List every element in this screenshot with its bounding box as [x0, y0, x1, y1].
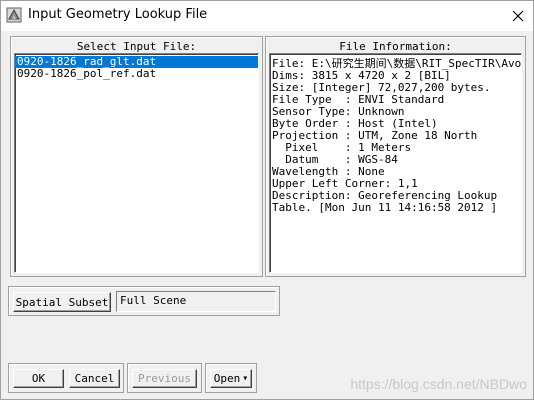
file-info-line: Description: Georeferencing Lookup: [272, 190, 498, 202]
previous-button[interactable]: Previous: [132, 369, 197, 388]
file-info-line: Size: [Integer] 72,027,200 bytes.: [272, 82, 491, 94]
file-info-panel-title: File Information:: [339, 40, 452, 53]
file-info-line: Datum : WGS-84: [272, 154, 398, 166]
select-file-panel: Select Input File: 0920-1826_rad_glt.dat…: [10, 36, 263, 277]
select-file-panel-title: Select Input File:: [76, 40, 197, 53]
file-info-line: Pixel : 1 Meters: [272, 142, 412, 154]
spatial-subset-button[interactable]: Spatial Subset: [13, 292, 111, 312]
file-listbox[interactable]: 0920-1826_rad_glt.dat 0920-1826_pol_ref.d…: [14, 53, 259, 273]
file-info-lines: File: E:\研究生期间\数据\RIT_SpecTIR\Avor Dims: …: [270, 54, 521, 214]
file-info-line: Dims: 3815 x 4720 x 2 [BIL]: [272, 70, 451, 82]
open-button-label: Open: [213, 372, 241, 385]
watermark: https://blog.csdn.net/NBDwo: [350, 376, 527, 392]
file-info-line: Sensor Type: Unknown: [272, 106, 405, 118]
previous-frame: Previous: [127, 363, 202, 393]
file-info-line: Upper Left Corner: 1,1: [272, 178, 418, 190]
file-info-box[interactable]: File: E:\研究生期间\数据\RIT_SpecTIR\Avor Dims: …: [269, 53, 522, 273]
close-icon: [512, 10, 524, 21]
open-button[interactable]: Open ▾: [210, 369, 252, 388]
file-info-panel: File Information: File: E:\研究生期间\数据\RIT_…: [265, 36, 526, 277]
dropdown-arrow-icon: ▾: [242, 373, 249, 384]
file-info-line: File Type : ENVI Standard: [272, 94, 445, 106]
spatial-subset-frame: Spatial Subset Full Scene: [8, 286, 280, 316]
close-button[interactable]: [503, 1, 533, 30]
file-info-line: File: E:\研究生期间\数据\RIT_SpecTIR\Avor: [272, 58, 521, 70]
ok-cancel-frame: OK Cancel: [8, 363, 124, 393]
ok-button[interactable]: OK: [13, 369, 64, 388]
title-bar: Input Geometry Lookup File: [1, 1, 533, 31]
cancel-button[interactable]: Cancel: [69, 369, 120, 388]
file-list: 0920-1826_rad_glt.dat 0920-1826_pol_ref.d…: [15, 54, 258, 80]
file-info-line: Byte Order : Host (Intel): [272, 118, 438, 130]
file-info-line: Table. [Mon Jun 11 14:16:58 2012 ]: [272, 202, 498, 214]
file-info-line: Projection : UTM, Zone 18 North: [272, 130, 478, 142]
open-frame: Open ▾: [205, 363, 257, 393]
envi-app-icon: [6, 7, 22, 23]
file-list-item[interactable]: 0920-1826_pol_ref.dat: [15, 68, 258, 80]
spatial-subset-field[interactable]: Full Scene: [116, 291, 276, 312]
file-info-line: Wavelength : None: [272, 166, 385, 178]
window-title: Input Geometry Lookup File: [28, 7, 208, 22]
dialog-window: Input Geometry Lookup File Select Input …: [0, 0, 534, 400]
